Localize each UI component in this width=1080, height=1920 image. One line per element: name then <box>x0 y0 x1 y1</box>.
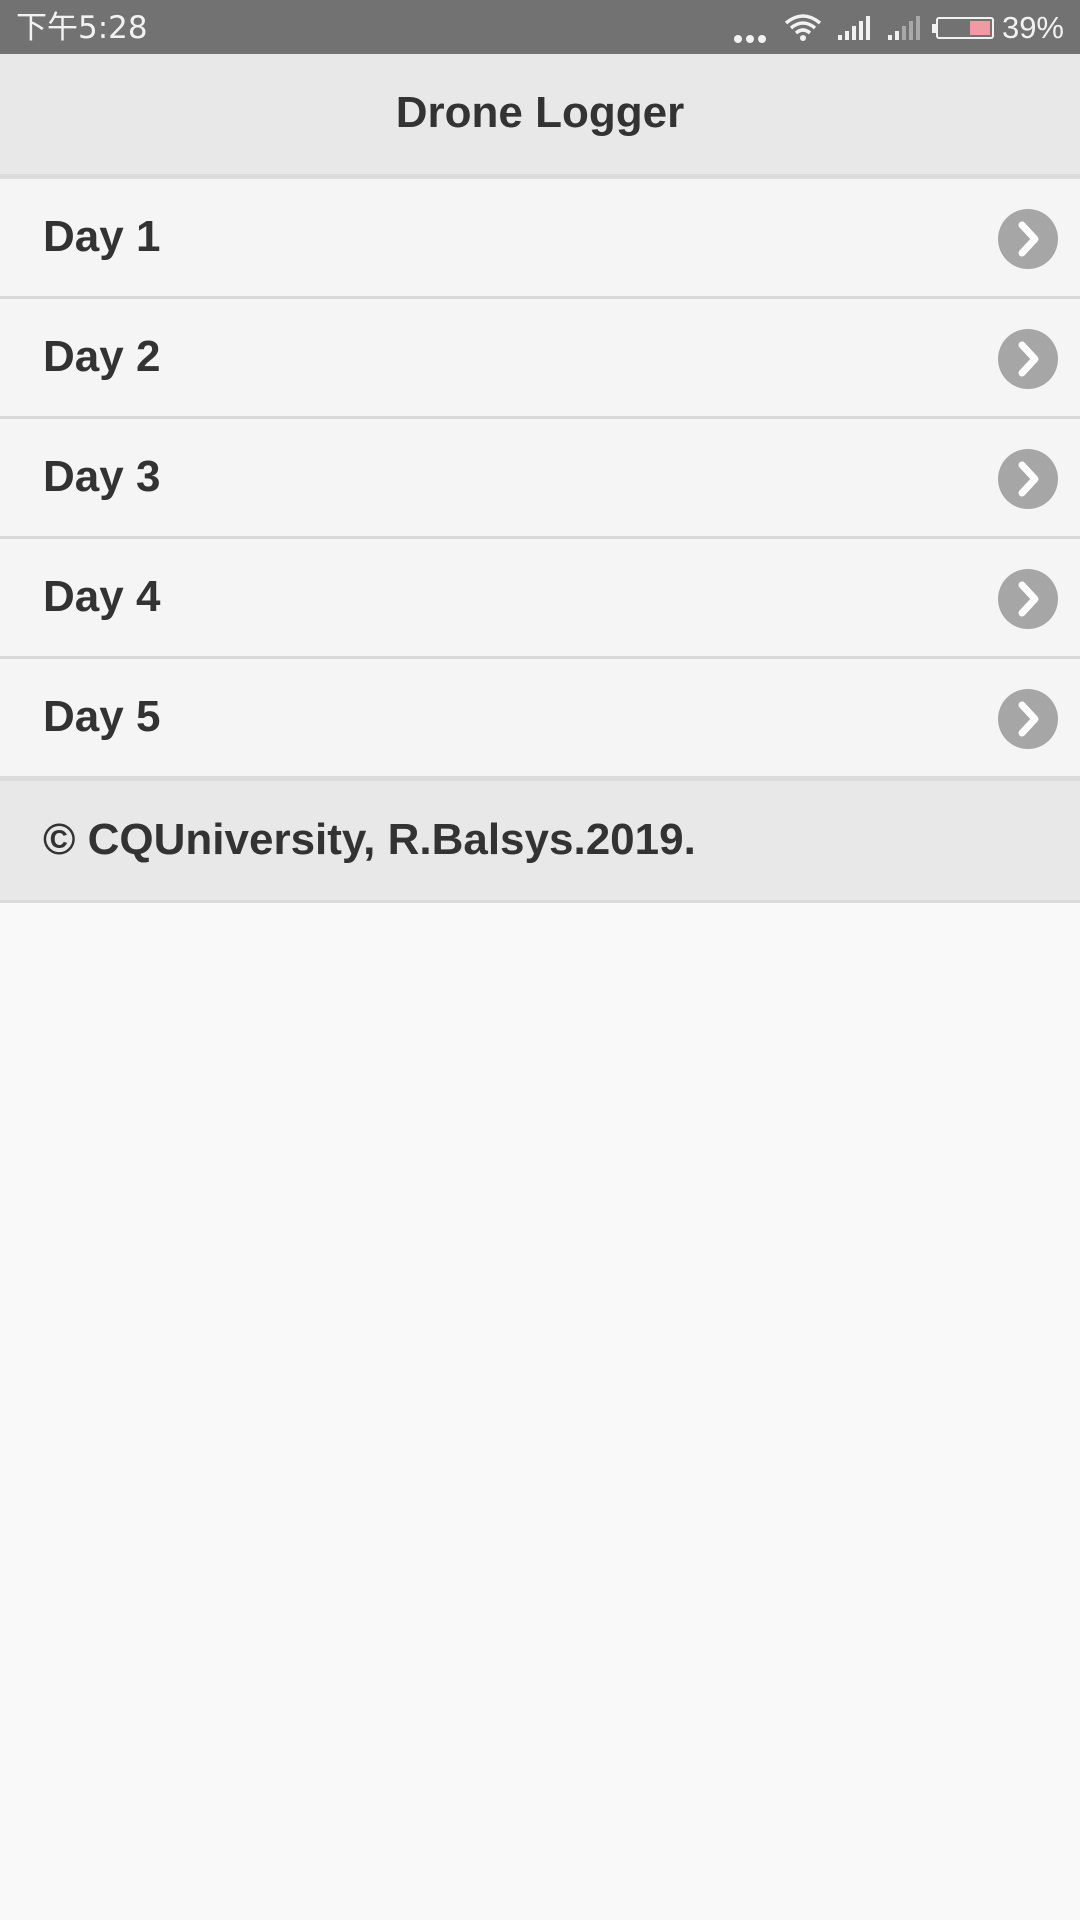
chevron-right-icon[interactable] <box>998 329 1058 389</box>
chevron-right-icon[interactable] <box>998 569 1058 629</box>
list-item-day-3[interactable]: Day 3 <box>0 419 1080 539</box>
battery-icon <box>931 17 994 39</box>
chevron-right-icon[interactable] <box>998 449 1058 509</box>
list-item-label: Day 4 <box>43 572 161 621</box>
list-item-label: Day 5 <box>43 692 161 741</box>
list-item-day-4[interactable]: Day 4 <box>0 539 1080 659</box>
list-item-label: Day 1 <box>43 212 161 261</box>
more-dots-icon <box>733 13 770 43</box>
chevron-right-icon[interactable] <box>998 209 1058 269</box>
signal-weak-icon <box>887 16 920 40</box>
list-item-label: Day 2 <box>43 332 161 381</box>
battery-percent: 39% <box>1001 10 1064 45</box>
list-item-day-2[interactable]: Day 2 <box>0 299 1080 419</box>
status-time: 下午5:28 <box>16 10 148 46</box>
day-list: Day 1 Day 2 Day 3 Day 4 Day 5 <box>0 179 1080 779</box>
copyright-text: © CQUniversity, R.Balsys.2019. <box>43 815 696 864</box>
status-bar: 下午5:28 39% <box>0 0 1080 54</box>
app-header: Drone Logger <box>0 54 1080 179</box>
list-item-day-5[interactable]: Day 5 <box>0 659 1080 779</box>
chevron-right-icon[interactable] <box>998 689 1058 749</box>
wifi-icon <box>784 14 822 41</box>
status-icons: 39% <box>720 8 1064 48</box>
page-title: Drone Logger <box>395 88 685 137</box>
list-item-day-1[interactable]: Day 1 <box>0 179 1080 299</box>
footer: © CQUniversity, R.Balsys.2019. <box>0 776 1080 903</box>
signal-icon <box>837 16 870 40</box>
list-item-label: Day 3 <box>43 452 161 501</box>
